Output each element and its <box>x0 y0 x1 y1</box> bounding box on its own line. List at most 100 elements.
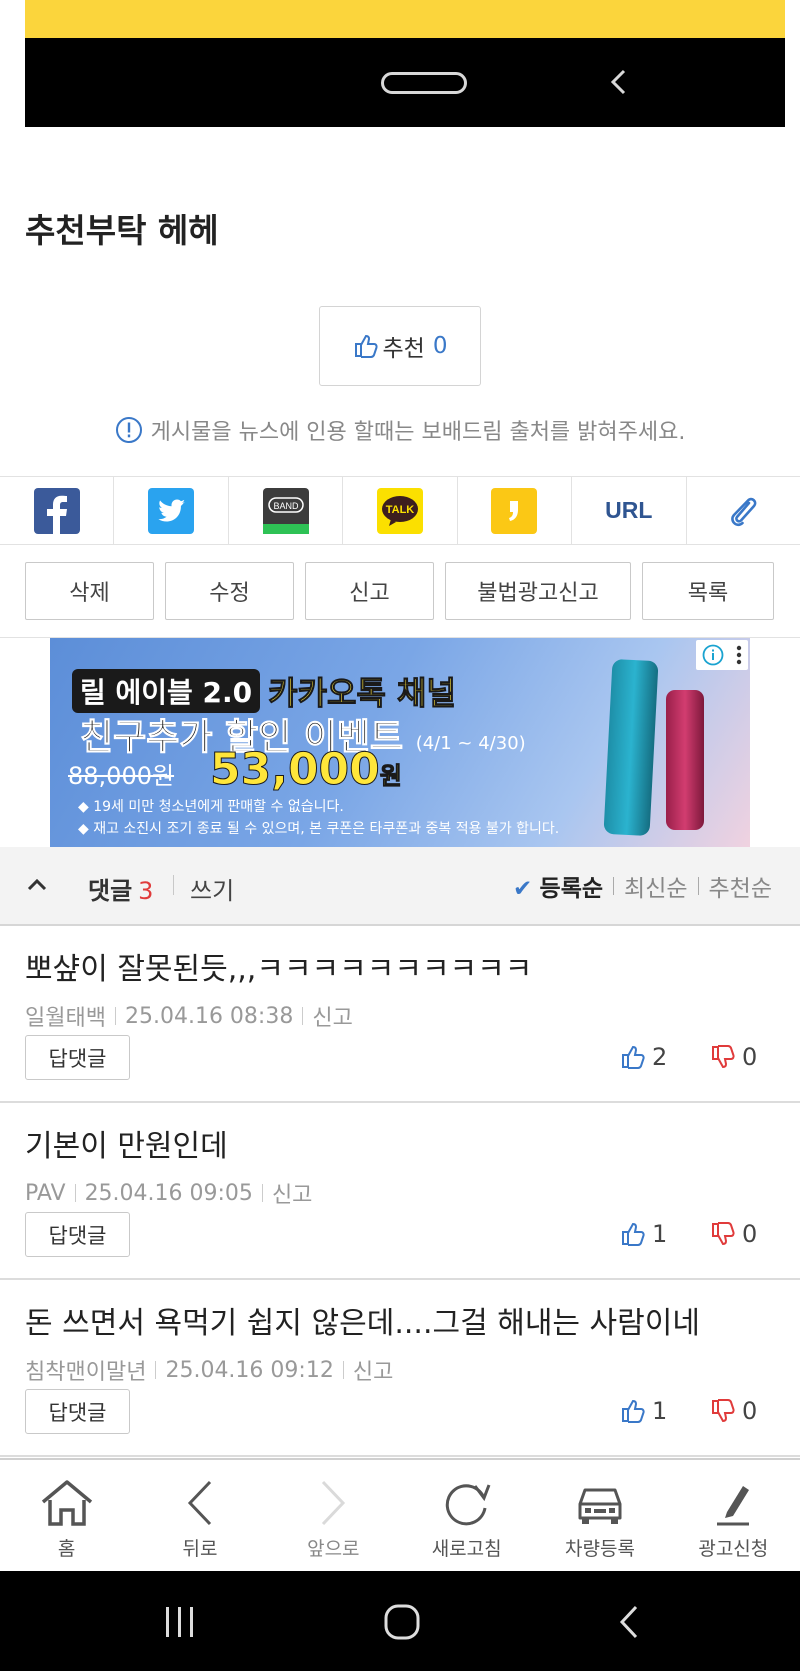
paperclip-icon <box>731 497 757 526</box>
meta-separator <box>342 1361 344 1379</box>
ad-new-price-unit: 원 <box>379 762 402 791</box>
recommend-label: 추천 <box>382 336 425 362</box>
image-yellow-strip <box>25 0 785 38</box>
comment-author[interactable]: 침착맨이말년 <box>25 1354 146 1386</box>
check-icon: ✔ <box>512 876 533 902</box>
reply-button[interactable]: 답댓글 <box>25 1389 130 1434</box>
write-comment-link[interactable]: 쓰기 <box>190 871 234 906</box>
system-nav-bar <box>0 1571 800 1671</box>
upvote-count: 2 <box>652 1043 668 1071</box>
share-kakaostory[interactable] <box>458 477 573 544</box>
meta-separator <box>261 1184 263 1202</box>
ad-note-1: ◆ 19세 미만 청소년에게 판매할 수 없습니다. <box>78 799 344 815</box>
back-chevron-icon <box>610 69 626 95</box>
downvote-button[interactable]: 0 <box>710 1397 757 1425</box>
share-band[interactable]: BAND <box>229 477 344 544</box>
ad-more-icon[interactable] <box>735 644 743 666</box>
post-embedded-image <box>25 0 785 127</box>
comment-count-label: 댓글 3 <box>88 871 153 906</box>
delete-button[interactable]: 삭제 <box>25 562 154 620</box>
nav-ad-request[interactable]: 광고신청 <box>667 1460 800 1571</box>
comments-count: 3 <box>138 877 154 905</box>
ad-note-2: ◆ 재고 소진시 조기 종료 될 수 있으며, 본 쿠폰은 타쿠폰과 중복 적용… <box>78 821 560 837</box>
twitter-icon <box>148 487 195 534</box>
nav-car-register[interactable]: 차량등록 <box>533 1460 666 1571</box>
comment-author[interactable]: 일월태백 <box>25 1000 106 1032</box>
chevron-right-icon <box>322 1480 346 1526</box>
chevron-left-icon <box>187 1480 212 1526</box>
upvote-button[interactable]: 2 <box>620 1043 667 1071</box>
share-facebook[interactable] <box>0 477 115 544</box>
sort-separator <box>613 877 615 895</box>
post-action-row: 삭제 수정 신고 불법광고신고 목록 <box>25 562 775 620</box>
reply-button[interactable]: 답댓글 <box>25 1035 130 1080</box>
report-button[interactable]: 신고 <box>305 562 434 620</box>
ad-banner[interactable]: 릴 에이블 2.0 카카오톡 채널 친구추가 할인 이벤트 (4/1 ~ 4/3… <box>50 638 750 847</box>
nav-back[interactable]: 뒤로 <box>133 1460 266 1571</box>
home-button-icon[interactable] <box>383 1603 421 1641</box>
nav-forward-label: 앞으로 <box>307 1538 360 1560</box>
sort-newest[interactable]: 최신순 <box>624 869 687 903</box>
upvote-button[interactable]: 1 <box>620 1397 667 1425</box>
downvote-button[interactable]: 0 <box>710 1043 757 1071</box>
meta-separator <box>155 1361 157 1379</box>
thumbs-down-icon <box>712 1045 735 1069</box>
illegal-ad-report-button[interactable]: 불법광고신고 <box>445 562 631 620</box>
comment-report-link[interactable]: 신고 <box>272 1177 312 1209</box>
ad-old-price: 88,000원 <box>68 762 175 790</box>
recent-apps-icon[interactable] <box>163 1605 197 1639</box>
downvote-count: 0 <box>742 1220 758 1248</box>
upvote-button[interactable]: 1 <box>620 1220 667 1248</box>
comment-report-link[interactable]: 신고 <box>353 1354 393 1386</box>
list-button[interactable]: 목록 <box>642 562 774 620</box>
recommend-button[interactable]: 추천 0 <box>319 306 481 386</box>
meta-separator <box>114 1007 116 1025</box>
comment-meta: 일월태백 25.04.16 08:38 신고 <box>25 1000 353 1032</box>
comment-date: 25.04.16 09:12 <box>165 1357 334 1383</box>
share-kakaotalk[interactable]: TALK <box>343 477 458 544</box>
nav-car-register-label: 차량등록 <box>565 1538 635 1560</box>
downvote-count: 0 <box>742 1397 758 1425</box>
sort-registered[interactable]: ✔ 등록순 <box>513 869 603 903</box>
notice-text: 게시물을 뉴스에 인용 할때는 보배드림 출처를 밝혀주세요. <box>150 420 686 445</box>
back-button-icon[interactable] <box>614 1603 644 1641</box>
comment-author[interactable]: PAV <box>25 1181 66 1206</box>
comment-item: 뽀샾이 잘못된듯,,,ㅋㅋㅋㅋㅋㅋㅋㅋㅋㅋ 일월태백 25.04.16 08:3… <box>0 926 800 1103</box>
ad-device-teal <box>603 658 659 837</box>
share-url[interactable]: URL <box>572 477 687 544</box>
comments-label: 댓글 <box>88 877 133 905</box>
band-icon: BAND <box>262 487 309 534</box>
thumbs-down-icon <box>712 1222 735 1246</box>
comment-text: 뽀샾이 잘못된듯,,,ㅋㅋㅋㅋㅋㅋㅋㅋㅋㅋ <box>25 952 533 987</box>
thumbs-up-icon <box>622 1045 645 1069</box>
comment-report-link[interactable]: 신고 <box>312 1000 352 1032</box>
ad-info-icon[interactable] <box>702 644 724 666</box>
share-twitter[interactable] <box>114 477 229 544</box>
bottom-nav: 홈 뒤로 앞으로 새로고침 차량등록 광고신청 <box>0 1458 800 1571</box>
reply-button[interactable]: 답댓글 <box>25 1212 130 1257</box>
comment-text: 돈 쓰면서 욕먹기 쉽지 않은데....그걸 해내는 사람이네 <box>25 1306 700 1341</box>
share-clip[interactable] <box>687 477 800 544</box>
sort-recommended[interactable]: 추천순 <box>709 869 772 903</box>
nav-back-label: 뒤로 <box>182 1538 218 1560</box>
post-title: 추천부탁 헤헤 <box>25 211 219 250</box>
nav-home[interactable]: 홈 <box>0 1460 133 1571</box>
nav-refresh-label: 새로고침 <box>431 1538 502 1560</box>
comment-date: 25.04.16 09:05 <box>84 1180 253 1206</box>
comment-item: 기본이 만원인데 PAV 25.04.16 09:05 신고 답댓글 1 0 <box>0 1103 800 1280</box>
nav-forward[interactable]: 앞으로 <box>267 1460 400 1571</box>
ad-choices[interactable] <box>696 640 748 670</box>
nav-refresh[interactable]: 새로고침 <box>400 1460 533 1571</box>
ad-badge: 릴 에이블 2.0 <box>72 669 261 713</box>
ad-period: (4/1 ~ 4/30) <box>415 733 526 754</box>
url-label: URL <box>605 497 653 523</box>
thumbs-up-icon <box>622 1222 645 1246</box>
downvote-button[interactable]: 0 <box>710 1220 757 1248</box>
pencil-icon <box>717 1486 750 1526</box>
edit-button[interactable]: 수정 <box>165 562 294 620</box>
thumbs-up-icon <box>622 1399 645 1423</box>
comment-item: 돈 쓰면서 욕먹기 쉽지 않은데....그걸 해내는 사람이네 침착맨이말년 2… <box>0 1280 800 1457</box>
chevron-up-icon[interactable] <box>25 873 49 897</box>
image-nav-bar <box>25 38 785 127</box>
home-icon <box>41 1480 92 1526</box>
